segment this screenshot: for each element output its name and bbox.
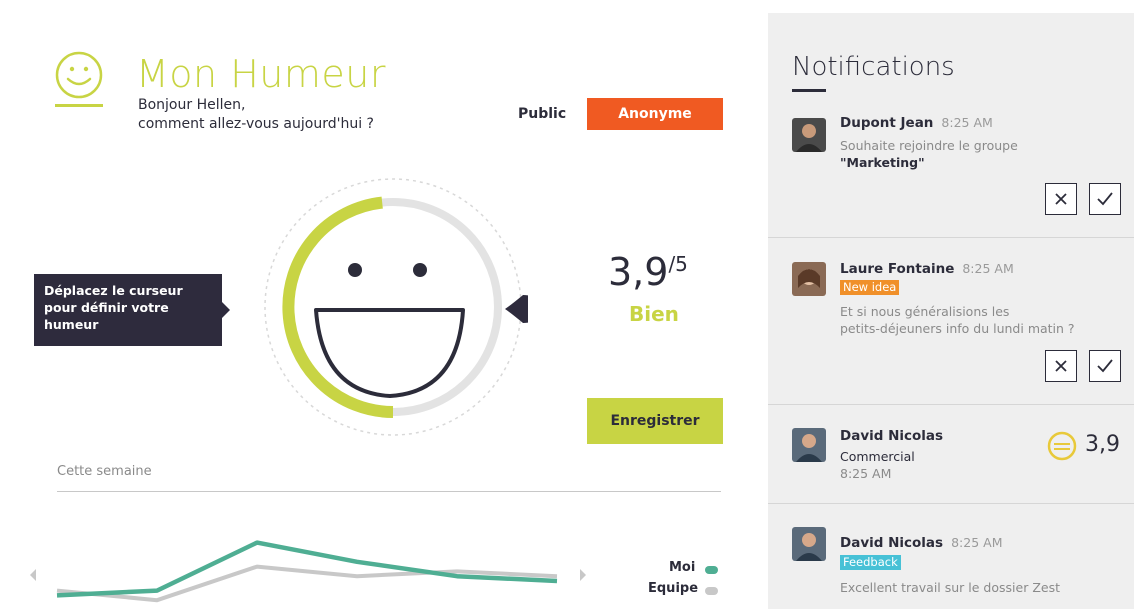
mood-score-max: /5 [668, 252, 688, 276]
reject-button[interactable] [1045, 183, 1077, 215]
notification-message: Souhaite rejoindre le groupe "Marketing" [840, 137, 1018, 171]
notification-name-text: Dupont Jean [840, 115, 934, 131]
smiley-logo-icon [55, 51, 103, 99]
tooltip-arrow [222, 302, 230, 318]
notification-time: 8:25 AM [951, 535, 1003, 550]
legend-moi-swatch [705, 566, 718, 574]
avatar [792, 527, 826, 561]
legend-equipe-swatch [705, 587, 718, 595]
legend-moi: Moi [669, 560, 695, 575]
mood-label: Bien [629, 302, 679, 326]
notification-message: Excellent travail sur le dossier Zest [840, 580, 1060, 595]
mood-score: 3,9/5 [608, 250, 688, 294]
week-label: Cette semaine [57, 464, 152, 479]
notification-name-text: David Nicolas [840, 535, 944, 551]
accept-button[interactable] [1089, 350, 1121, 382]
tooltip-line-3: humeur [44, 317, 99, 332]
mood-smiley-icon [1047, 431, 1077, 461]
notification-line-2: "Marketing" [840, 155, 925, 170]
notification-line-1: Souhaite rejoindre le groupe [840, 138, 1018, 153]
chart-prev-arrow-icon[interactable] [30, 569, 36, 581]
notification-divider [768, 237, 1134, 238]
notifications-title-underline [792, 89, 826, 92]
tooltip-line-2: pour définir votre [44, 300, 169, 315]
notification-line-2: petits-déjeuners info du lundi matin ? [840, 321, 1075, 336]
greeting-line-1: Bonjour Hellen, [138, 97, 246, 113]
dial-progress-arc [282, 196, 394, 418]
notification-name: David Nicolas [840, 428, 944, 444]
week-divider [57, 491, 721, 492]
check-icon [1097, 192, 1113, 206]
legend-equipe: Equipe [648, 581, 698, 596]
notification-name: David Nicolas 8:25 AM [840, 535, 1002, 551]
legend-equipe-label: Equipe [648, 581, 699, 596]
tooltip-line-1: Déplacez le curseur [44, 283, 183, 298]
notification-name: Laure Fontaine 8:25 AM [840, 261, 1014, 277]
notification-divider [768, 503, 1134, 504]
avatar [792, 428, 826, 462]
notification-message: Commercial 8:25 AM [840, 448, 915, 482]
week-line-chart [30, 540, 586, 603]
notification-time: 8:25 AM [840, 466, 892, 481]
notification-line-1: Et si nous généralisions les [840, 304, 1010, 319]
chart-next-arrow-icon[interactable] [580, 569, 586, 581]
notification-name: Dupont Jean 8:25 AM [840, 115, 993, 131]
public-toggle-label[interactable]: Public [518, 106, 566, 122]
tag-new-idea: New idea [840, 280, 900, 295]
notification-role: Commercial [840, 449, 915, 464]
mood-dial[interactable] [258, 172, 528, 442]
dial-handle-icon[interactable] [505, 295, 528, 323]
series-line-moi [56, 540, 558, 598]
left-eye-icon [348, 263, 362, 277]
notification-time: 8:25 AM [962, 261, 1014, 276]
tag-feedback: Feedback [840, 555, 901, 570]
page-title: Mon Humeur [136, 52, 386, 96]
greeting: Bonjour Hellen, comment allez-vous aujou… [138, 96, 374, 134]
greeting-line-2: comment allez-vous aujourd'hui ? [138, 116, 374, 132]
notification-message: Et si nous généralisions les petits-déje… [840, 303, 1075, 337]
notification-name-text: Laure Fontaine [840, 261, 955, 277]
notification-divider [768, 404, 1134, 405]
accept-button[interactable] [1089, 183, 1121, 215]
notifications-title: Notifications [792, 52, 955, 82]
avatar [792, 118, 826, 152]
avatar [792, 262, 826, 296]
close-icon [1055, 360, 1067, 372]
save-button[interactable]: Enregistrer [587, 398, 723, 444]
mood-score-value: 3,9 [608, 250, 669, 294]
anonymous-button[interactable]: Anonyme [587, 98, 723, 130]
mouth-icon [314, 308, 465, 398]
reject-button[interactable] [1045, 350, 1077, 382]
right-eye-icon [413, 263, 427, 277]
series-line-equipe [56, 564, 558, 603]
notification-mood-score: 3,9 [1085, 432, 1120, 457]
notification-time: 8:25 AM [941, 115, 993, 130]
close-icon [1055, 193, 1067, 205]
slider-tooltip: Déplacez le curseur pour définir votre h… [34, 274, 222, 346]
legend-moi-label: Moi [669, 560, 696, 575]
logo-underline [55, 104, 103, 107]
check-icon [1097, 359, 1113, 373]
